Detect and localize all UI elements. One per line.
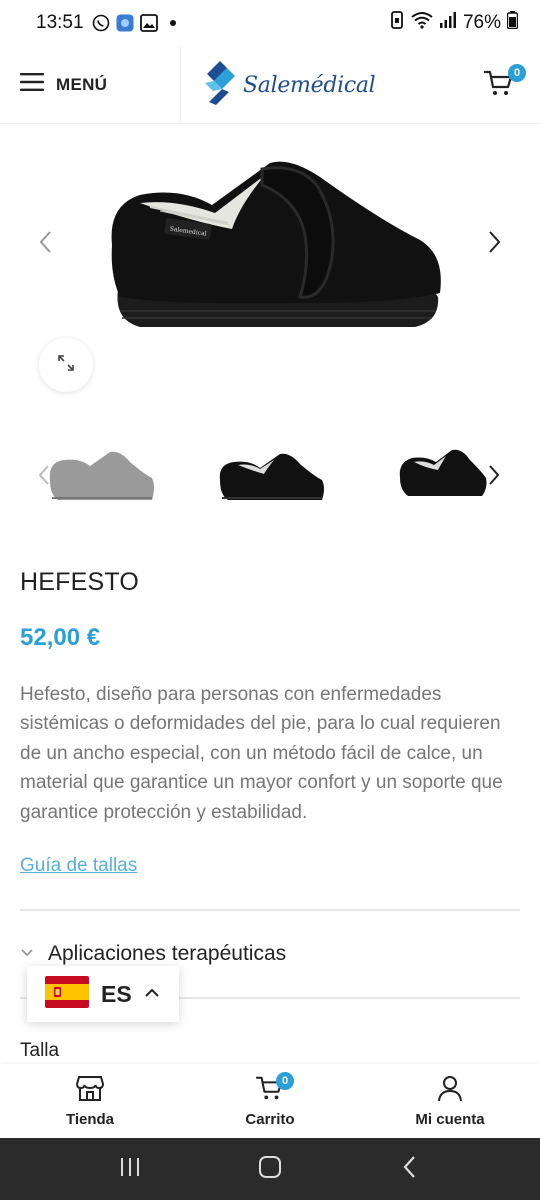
recents-button[interactable] xyxy=(100,1149,160,1189)
back-button[interactable] xyxy=(380,1149,440,1189)
battery-icon xyxy=(506,11,519,35)
nav-cart-badge: 0 xyxy=(276,1072,294,1090)
user-icon xyxy=(436,1074,464,1107)
chevron-down-icon xyxy=(20,945,34,963)
product-title: HEFESTO xyxy=(20,568,140,596)
whatsapp-icon xyxy=(92,14,110,32)
nav-account[interactable]: Mi cuenta xyxy=(360,1064,540,1138)
thumbs-prev-arrow[interactable] xyxy=(36,464,52,491)
nav-cart-label: Carrito xyxy=(245,1111,295,1128)
nav-account-label: Mi cuenta xyxy=(415,1111,485,1128)
battery-level: 76% xyxy=(462,12,501,33)
header-cart-button[interactable]: 0 xyxy=(483,64,526,102)
chevron-left-icon xyxy=(36,465,52,490)
hamburger-icon xyxy=(20,72,44,97)
logo-text: Salemédical xyxy=(243,72,376,98)
site-logo[interactable]: Salemédical xyxy=(180,46,376,124)
zoom-button[interactable] xyxy=(39,338,93,392)
product-price: 52,00 € xyxy=(20,624,101,651)
black-slipper-angle-image xyxy=(399,449,487,496)
home-icon xyxy=(258,1155,282,1184)
menu-label: MENÚ xyxy=(56,74,108,94)
accordion-label: Aplicaciones terapéuticas xyxy=(48,942,287,965)
signal-icon xyxy=(439,11,457,35)
nav-cart[interactable]: 0 Carrito xyxy=(180,1064,360,1138)
divider xyxy=(20,909,520,911)
size-guide-link[interactable]: Guía de tallas xyxy=(20,855,137,877)
store-icon xyxy=(75,1074,105,1107)
vibrate-icon xyxy=(389,11,405,35)
chevron-right-icon xyxy=(484,231,504,259)
wifi-icon xyxy=(411,11,433,35)
chevron-left-icon xyxy=(36,231,56,259)
menu-button[interactable]: MENÚ xyxy=(20,72,107,97)
status-time: 13:51 xyxy=(36,12,84,33)
grey-slipper-image xyxy=(49,451,154,500)
recents-icon xyxy=(119,1157,141,1182)
spain-flag-icon xyxy=(45,975,89,1013)
product-description: Hefesto, diseño para personas con enferm… xyxy=(20,684,503,823)
chevron-right-icon xyxy=(486,465,502,490)
nav-shop-label: Tienda xyxy=(65,1111,115,1128)
language-code: ES xyxy=(101,980,132,1007)
thumbs-next-arrow[interactable] xyxy=(486,464,502,491)
system-nav-bar xyxy=(0,1138,540,1200)
nav-shop[interactable]: Tienda xyxy=(0,1064,180,1138)
site-header: MENÚ Salemédical 0 xyxy=(0,46,540,124)
prev-image-arrow[interactable] xyxy=(36,229,56,260)
size-label: Talla xyxy=(20,1040,60,1061)
thumbnail-strip xyxy=(0,430,540,520)
language-switcher[interactable]: ES xyxy=(27,966,179,1022)
cart-icon xyxy=(483,70,514,102)
chevron-up-icon xyxy=(144,985,160,1003)
thumbnail-2[interactable] xyxy=(214,440,334,510)
header-cart-badge: 0 xyxy=(508,64,526,82)
thumbnail-1[interactable] xyxy=(40,440,160,510)
dot-icon xyxy=(164,14,182,32)
back-icon xyxy=(402,1155,418,1184)
next-image-arrow[interactable] xyxy=(484,229,504,260)
status-bar: 13:51 76% xyxy=(0,0,540,46)
app-icon xyxy=(116,14,134,32)
black-slipper-side-image xyxy=(219,453,324,500)
gallery-icon xyxy=(139,14,158,32)
expand-icon xyxy=(57,354,75,377)
home-button[interactable] xyxy=(240,1149,300,1189)
logo-mark-icon xyxy=(203,60,237,111)
bottom-nav: Tienda 0 Carrito Mi cuenta xyxy=(0,1064,540,1138)
